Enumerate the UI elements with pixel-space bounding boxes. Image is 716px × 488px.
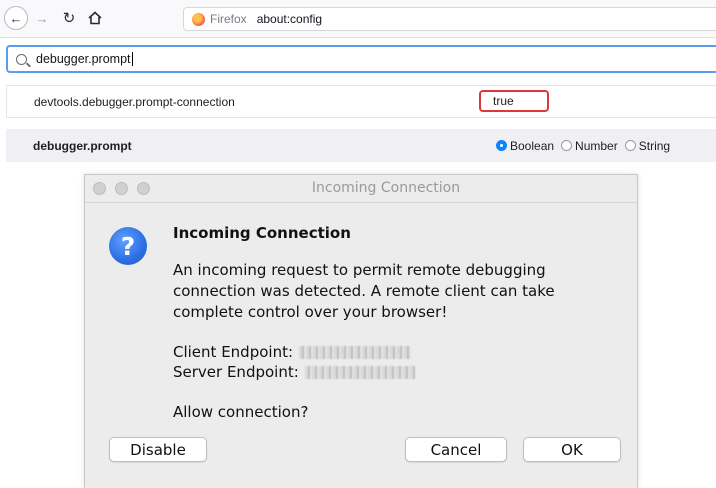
firefox-logo <box>192 12 205 26</box>
dialog-titlebar: Incoming Connection <box>85 175 637 203</box>
preference-search-input[interactable]: debugger.prompt <box>6 45 716 73</box>
new-pref-name: debugger.prompt <box>33 138 132 153</box>
client-endpoint: Client Endpoint: <box>173 343 412 361</box>
dialog-window-title: Incoming Connection <box>311 180 461 196</box>
radio-boolean[interactable]: Boolean <box>496 139 554 153</box>
browser-brand-label: Firefox <box>210 12 247 26</box>
redacted-client-address <box>299 345 412 359</box>
radio-unchecked-icon <box>561 140 573 151</box>
radio-checked-icon <box>496 140 507 151</box>
pref-type-radio-group: Boolean Number String <box>496 129 670 162</box>
home-icon[interactable] <box>84 6 106 30</box>
dialog-message: An incoming request to permit remote deb… <box>173 261 555 321</box>
disable-button[interactable]: Disable <box>109 437 207 462</box>
radio-string[interactable]: String <box>624 138 671 153</box>
incoming-connection-dialog: Incoming Connection ? Incoming Connectio… <box>84 174 638 488</box>
client-endpoint-label: Client Endpoint: <box>173 343 294 361</box>
pref-name: devtools.debugger.prompt-connection <box>34 94 235 109</box>
search-icon <box>16 53 27 65</box>
ok-button[interactable]: OK <box>523 437 621 462</box>
back-arrow-icon[interactable]: ← <box>4 6 28 30</box>
allow-connection-question: Allow connection? <box>173 403 309 421</box>
browser-toolbar: ← → ↻ Firefox about:config <box>0 0 716 38</box>
reload-icon[interactable]: ↻ <box>58 6 80 30</box>
radio-label-number: Number <box>575 138 618 153</box>
radio-label-string: String <box>638 138 671 153</box>
dialog-heading: Incoming Connection <box>173 224 351 242</box>
home-glyph <box>88 11 102 25</box>
question-icon: ? <box>109 227 147 265</box>
url-bar[interactable]: Firefox about:config <box>183 7 716 31</box>
pref-row-existing[interactable]: devtools.debugger.prompt-connection true <box>6 85 716 118</box>
url-text: about:config <box>256 12 323 26</box>
radio-unchecked-icon <box>624 140 636 151</box>
server-endpoint-label: Server Endpoint: <box>173 363 299 381</box>
pref-row-new: debugger.prompt Boolean Number String <box>6 129 716 162</box>
text-caret <box>131 52 133 66</box>
server-endpoint: Server Endpoint: <box>173 363 415 381</box>
radio-label-boolean: Boolean <box>510 138 555 153</box>
cancel-button[interactable]: Cancel <box>405 437 507 462</box>
search-value: debugger.prompt <box>36 52 131 66</box>
redacted-server-address <box>304 365 415 379</box>
pref-value-highlight[interactable]: true <box>479 90 549 112</box>
forward-arrow-icon[interactable]: → <box>32 6 52 30</box>
radio-number[interactable]: Number <box>561 139 618 153</box>
